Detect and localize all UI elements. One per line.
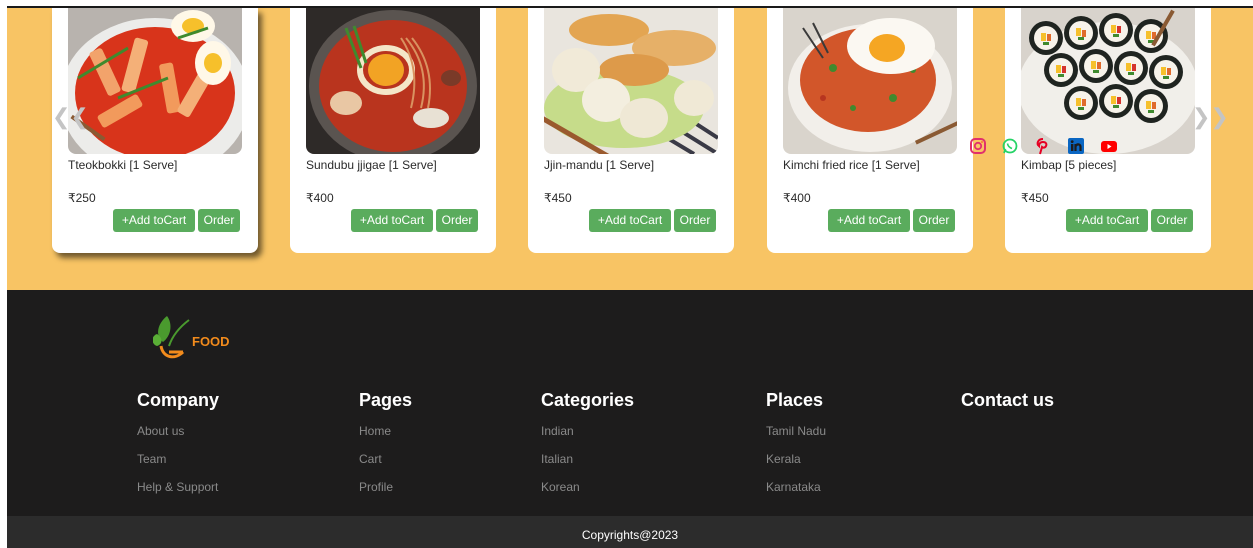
food-card-jjin-mandu[interactable]: Jjin-mandu [1 Serve] ₹450 +Add toCart Or… bbox=[528, 8, 734, 253]
footer-column-company: Company About us Team Help & Support bbox=[137, 390, 219, 507]
food-name: Jjin-mandu [1 Serve] bbox=[544, 158, 655, 172]
food-image-jjin-mandu[interactable] bbox=[544, 8, 718, 154]
food-price: ₹450 bbox=[544, 191, 572, 205]
order-button[interactable]: Order bbox=[198, 209, 240, 232]
footer-heading: Places bbox=[766, 390, 824, 410]
footer-link-about-us[interactable]: About us bbox=[137, 423, 219, 451]
food-image-tteokbokki[interactable] bbox=[68, 8, 242, 154]
copyright-text: Copyrights@2023 bbox=[581, 528, 679, 542]
food-price: ₹400 bbox=[783, 191, 811, 205]
food-image-sundubu-jjigae[interactable] bbox=[306, 8, 480, 154]
footer-link-indian[interactable]: Indian bbox=[541, 423, 634, 451]
food-logo[interactable]: FOOD bbox=[152, 312, 243, 364]
add-to-cart-button[interactable]: +Add toCart bbox=[1066, 209, 1148, 232]
youtube-icon[interactable] bbox=[1100, 137, 1118, 155]
carousel-prev-arrow-icon[interactable]: ❮❮ bbox=[52, 107, 89, 129]
footer-link-help-support[interactable]: Help & Support bbox=[137, 479, 219, 507]
page: Tteokbokki [1 Serve] ₹250 +Add toCart Or… bbox=[0, 0, 1253, 548]
order-button[interactable]: Order bbox=[436, 209, 478, 232]
footer-link-team[interactable]: Team bbox=[137, 451, 219, 479]
footer-column-places: Places Tamil Nadu Kerala Karnataka bbox=[766, 390, 826, 507]
footer-heading: Pages bbox=[359, 390, 413, 410]
order-button[interactable]: Order bbox=[1151, 209, 1193, 232]
footer-heading: Contact us bbox=[961, 390, 1055, 410]
instagram-icon[interactable] bbox=[969, 137, 987, 155]
site-footer: FOOD Company About us Team Help & Suppor… bbox=[7, 290, 1253, 516]
food-card-sundubu-jjigae[interactable]: Sundubu jjigae [1 Serve] ₹400 +Add toCar… bbox=[290, 8, 496, 253]
food-name: Sundubu jjigae [1 Serve] bbox=[306, 158, 437, 172]
leaf-logo-icon bbox=[152, 316, 190, 359]
footer-link-italian[interactable]: Italian bbox=[541, 451, 634, 479]
footer-link-profile[interactable]: Profile bbox=[359, 479, 412, 507]
add-to-cart-button[interactable]: +Add toCart bbox=[828, 209, 910, 232]
food-price: ₹250 bbox=[68, 191, 96, 205]
pinterest-icon[interactable] bbox=[1034, 137, 1052, 155]
add-to-cart-button[interactable]: +Add toCart bbox=[113, 209, 195, 232]
copyright-bar: Copyrights@2023 bbox=[7, 516, 1253, 548]
footer-column-contact: Contact us bbox=[961, 390, 1054, 423]
food-image-kimbap[interactable] bbox=[1021, 8, 1195, 154]
whatsapp-icon[interactable] bbox=[1001, 137, 1019, 155]
logo-text: FOOD bbox=[192, 334, 230, 349]
footer-column-pages: Pages Home Cart Profile bbox=[359, 390, 412, 507]
food-name: Kimchi fried rice [1 Serve] bbox=[783, 158, 920, 172]
add-to-cart-button[interactable]: +Add toCart bbox=[351, 209, 433, 232]
footer-column-categories: Categories Indian Italian Korean bbox=[541, 390, 634, 507]
order-button[interactable]: Order bbox=[674, 209, 716, 232]
footer-heading: Company bbox=[137, 390, 220, 410]
footer-link-tamil-nadu[interactable]: Tamil Nadu bbox=[766, 423, 826, 451]
footer-heading: Categories bbox=[541, 390, 635, 410]
food-price: ₹450 bbox=[1021, 191, 1049, 205]
add-to-cart-button[interactable]: +Add toCart bbox=[589, 209, 671, 232]
food-name: Kimbap [5 pieces] bbox=[1021, 158, 1117, 172]
footer-link-home[interactable]: Home bbox=[359, 423, 412, 451]
food-price: ₹400 bbox=[306, 191, 334, 205]
linkedin-icon[interactable] bbox=[1067, 137, 1085, 155]
food-card-kimbap[interactable]: Kimbap [5 pieces] ₹450 +Add toCart Order bbox=[1005, 8, 1211, 253]
food-card-kimchi-fried-rice[interactable]: Kimchi fried rice [1 Serve] ₹400 +Add to… bbox=[767, 8, 973, 253]
order-button[interactable]: Order bbox=[913, 209, 955, 232]
page-left-margin bbox=[0, 0, 7, 548]
footer-link-karnataka[interactable]: Karnataka bbox=[766, 479, 826, 507]
carousel-next-arrow-icon[interactable]: ❯❯ bbox=[1192, 107, 1229, 129]
food-card-tteokbokki[interactable]: Tteokbokki [1 Serve] ₹250 +Add toCart Or… bbox=[52, 8, 258, 253]
food-image-kimchi-fried-rice[interactable] bbox=[783, 8, 957, 154]
food-name: Tteokbokki [1 Serve] bbox=[68, 158, 178, 172]
footer-link-kerala[interactable]: Kerala bbox=[766, 451, 826, 479]
footer-link-cart[interactable]: Cart bbox=[359, 451, 412, 479]
footer-link-korean[interactable]: Korean bbox=[541, 479, 634, 507]
